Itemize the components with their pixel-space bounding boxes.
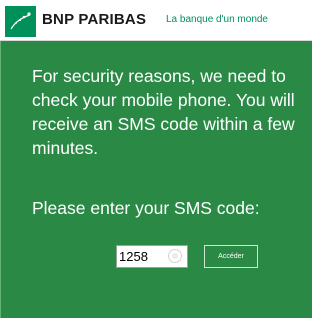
access-button[interactable]: Accéder [204,245,258,268]
bnp-star-logo-icon [5,6,36,37]
sms-code-field[interactable] [116,245,188,268]
brand-tagline: La banque d'un monde [166,14,268,25]
brand-name: BNP PARIBAS [42,11,147,28]
sms-code-input[interactable] [117,246,163,267]
circle-clear-icon[interactable] [168,249,182,263]
header-bar: BNP PARIBAS La banque d'un monde [0,0,312,41]
sms-code-prompt: Please enter your SMS code: [32,198,260,218]
security-message: For security reasons, we need to check y… [32,66,295,158]
